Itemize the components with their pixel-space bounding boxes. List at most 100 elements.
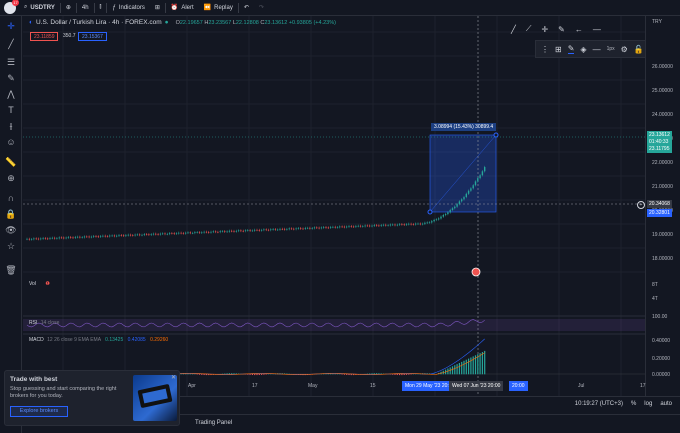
horizontal-line-icon[interactable]: — [593,25,601,34]
plus-circle-icon[interactable]: ⊕ [61,0,76,16]
macd-histogram-bar [403,374,405,376]
trend-line-icon[interactable]: ╱ [5,38,17,50]
lock-icon[interactable]: 🔒 [5,208,17,220]
magnet-icon[interactable]: ∩ [5,192,17,204]
rsi-pane-label[interactable]: RSI 14 close [29,320,59,326]
candle-body [329,227,332,228]
text-icon[interactable]: T [5,104,17,116]
candles-icon[interactable]: ⫾ [95,0,107,16]
macd-axis-tick: 0.40000 [652,338,671,344]
brush-icon[interactable]: ✎ [5,72,17,84]
price-axis[interactable]: TRY 26.0000025.0000024.0000023.0000022.0… [645,16,680,396]
interval-button[interactable]: 4h [77,0,94,16]
layout-grid-icon[interactable]: ⊞ [150,0,165,16]
candle-body [293,228,295,230]
arrow-left-icon[interactable]: ← [575,25,583,34]
rewind-icon: ⏪ [203,5,212,11]
ohlc-values: O22.19657 H23.23567 L22.12808 C23.13612 … [175,19,336,26]
log-toggle[interactable]: log [644,401,652,407]
drag-handle-icon[interactable]: ⋮ [541,45,549,54]
brush-icon[interactable]: ✎ [558,25,565,34]
candle-body [290,228,293,230]
ray-icon[interactable]: ⟋ [526,24,532,34]
lock-icon[interactable]: 🔓 [634,45,644,54]
close-icon[interactable]: ✕ [171,374,176,381]
price-tick: 24.00000 [652,112,673,118]
candle-body [265,229,267,231]
candle-body [247,230,249,231]
fill-color-icon[interactable]: ◈ [580,45,586,54]
crosshair-target-icon[interactable]: + [637,201,645,209]
indicators-label: Indicators [118,4,145,11]
candle-body [58,237,60,239]
candle-body [198,232,201,233]
percent-toggle[interactable]: % [631,401,636,407]
candle-body [168,233,171,234]
ruler-icon[interactable]: 📏 [5,156,17,168]
candle-body [40,238,42,240]
candle-body [116,235,118,237]
auto-toggle[interactable]: auto [660,401,672,407]
symbol-search[interactable]: ⌕ USDTRY [19,0,60,16]
rsi-axis-tick: 100.00 [652,314,668,320]
pencil-icon[interactable]: ✎ [567,44,575,54]
vol-pane-label[interactable]: Vol ❶ [29,281,50,287]
favorites-icon[interactable]: ☆ [5,240,17,252]
candle-body [81,237,83,238]
undo-icon[interactable]: ↶ [239,0,254,16]
time-tick: Jul [578,383,585,389]
macd-histogram-bar [373,373,375,375]
line-style-icon[interactable]: — [593,45,601,54]
price-tick: 21.00000 [652,184,673,190]
currency-label[interactable]: TRY [652,19,662,25]
candle-body [208,232,210,233]
vol-collapse-icon[interactable]: ❶ [45,281,49,287]
macd-histogram-bar [449,367,451,375]
emoji-icon[interactable]: ☺ [5,136,17,148]
zoom-in-icon[interactable]: ⊕ [5,172,17,184]
candle-body [281,228,283,230]
candle-body [90,236,93,238]
macd-histogram-bar [463,360,465,375]
candle-body [355,226,357,227]
line-width-label[interactable]: 1px [607,46,615,52]
redo-icon[interactable]: ↷ [254,0,269,16]
macd-histogram-bar [254,374,256,376]
indicators-button[interactable]: ƒ Indicators [107,0,149,16]
candle-body [334,226,336,228]
candle-body [369,225,371,227]
trash-icon[interactable]: 🗑 [5,264,17,276]
eye-icon[interactable]: 👁 [5,224,17,236]
candle-body [70,237,72,238]
trend-line-icon[interactable]: ╱ [511,25,516,34]
time-tick: 15 [370,383,376,389]
prediction-icon[interactable]: ⫲ [5,120,17,132]
sell-price-button[interactable]: 23.11859 [30,32,59,41]
replay-button[interactable]: ⏪ Replay [199,0,238,16]
crosshair-icon[interactable]: ✛ [541,25,548,34]
candle-body [95,236,97,237]
settings-icon[interactable]: ⚙ [621,45,628,54]
candle-body [295,228,297,230]
candle-body [484,167,486,172]
candle-body [185,232,187,234]
candle-body [33,238,35,240]
macd-histogram-bar [228,373,230,375]
rsi-band [23,319,645,331]
user-avatar[interactable]: 17 [4,0,19,14]
macd-pane-label[interactable]: MACD 12 26 close 9 EMA EMA 0.13425 0.420… [29,337,168,343]
candle-body [302,228,304,230]
pattern-icon[interactable]: ⋀ [5,88,17,100]
buy-price-button[interactable]: 23.15367 [78,32,107,41]
clock-label[interactable]: 10:19:27 (UTC+3) [575,401,623,407]
crosshair-icon[interactable]: ✛ [5,20,17,32]
candle-body [339,226,341,228]
candle-body [306,227,309,229]
alert-button[interactable]: ⏰ Alert [166,0,199,16]
measure-handle [493,132,499,138]
fib-retracement-icon[interactable]: ☰ [5,56,17,68]
candle-body [396,224,398,226]
explore-brokers-button[interactable]: Explore brokers [10,406,68,417]
candle-body [366,225,369,227]
template-icon[interactable]: ⊞ [555,45,562,54]
